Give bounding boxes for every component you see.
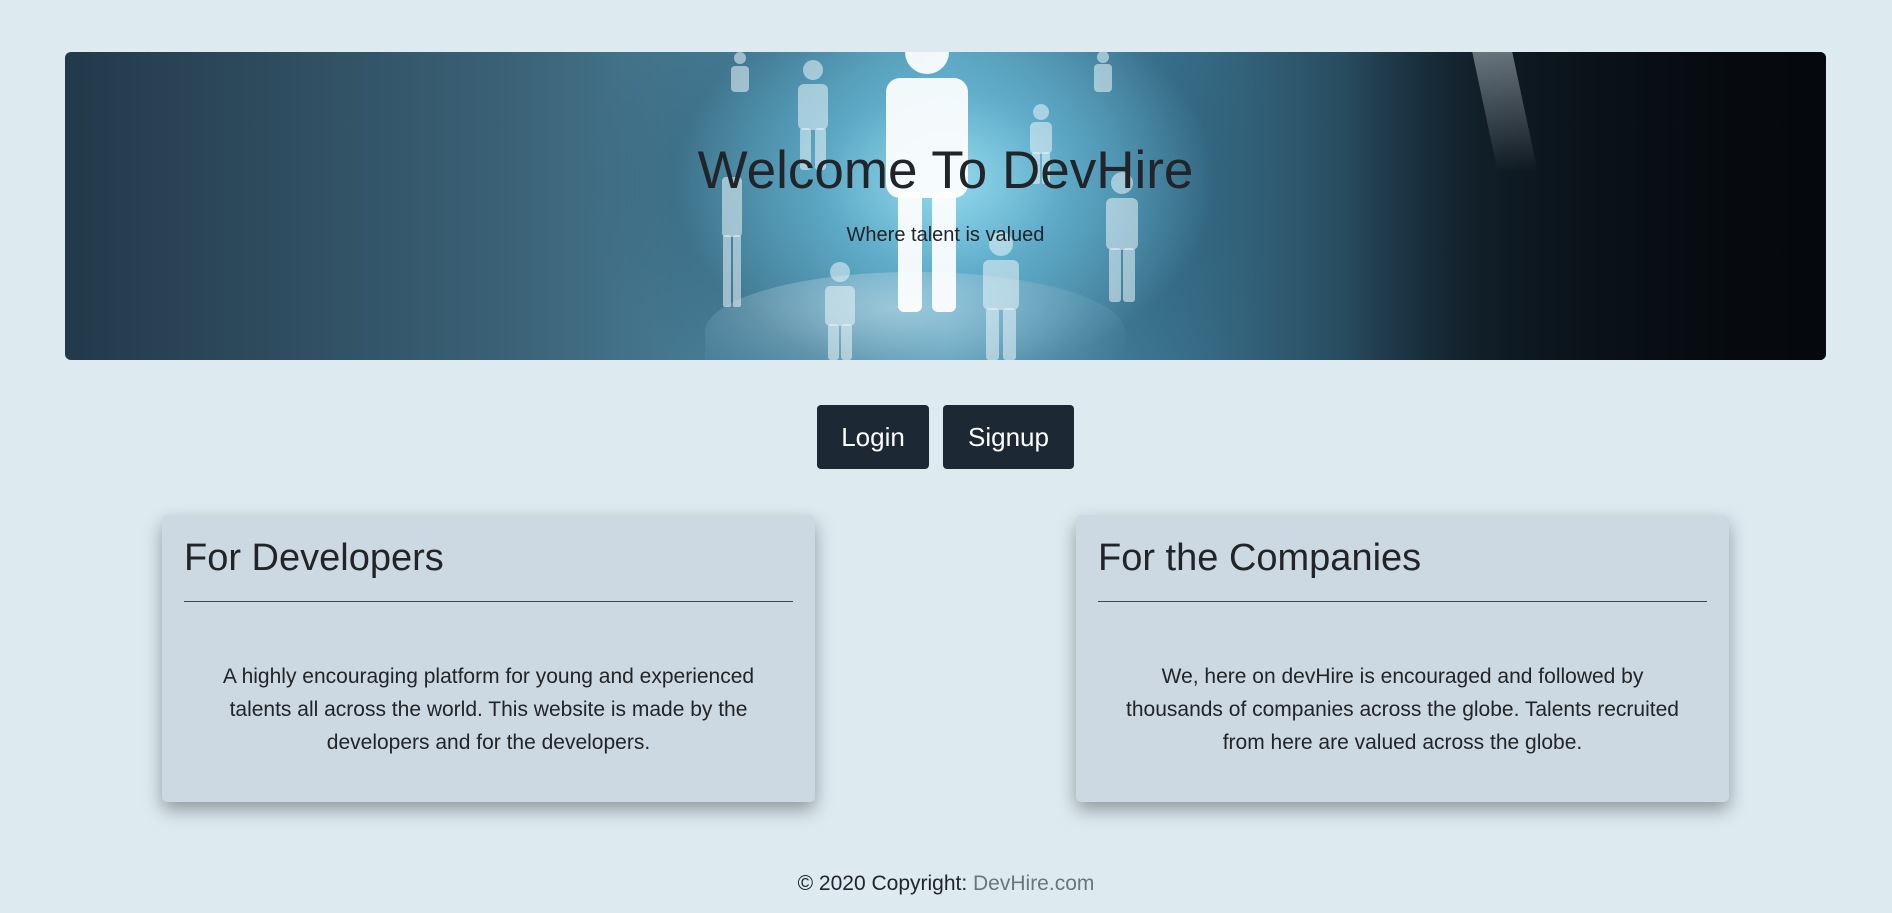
- person-figure-icon: [825, 262, 855, 360]
- page-title: Welcome To DevHire: [697, 141, 1194, 200]
- person-figure-icon: [983, 232, 1019, 360]
- developers-card: For Developers A highly encouraging plat…: [162, 515, 815, 802]
- card-title: For the Companies: [1098, 537, 1422, 579]
- companies-card: For the Companies We, here on devHire is…: [1076, 515, 1729, 802]
- card-title: For Developers: [184, 537, 444, 579]
- footer-link[interactable]: DevHire.com: [973, 872, 1094, 895]
- card-body: We, here on devHire is encouraged and fo…: [1126, 665, 1679, 754]
- footer: © 2020 Copyright: DevHire.com: [0, 872, 1892, 896]
- person-figure-icon: [731, 52, 749, 92]
- card-divider: [1098, 601, 1707, 602]
- page-subtitle: Where talent is valued: [846, 224, 1045, 246]
- hero-banner: Welcome To DevHire Where talent is value…: [65, 52, 1826, 360]
- person-figure-icon: [1094, 52, 1112, 92]
- suit-background: [1346, 52, 1826, 360]
- card-divider: [184, 601, 793, 602]
- login-button[interactable]: Login: [817, 405, 929, 469]
- copyright-text: © 2020 Copyright:: [797, 872, 974, 895]
- card-body: A highly encouraging platform for young …: [222, 665, 755, 754]
- signup-button[interactable]: Signup: [943, 405, 1074, 469]
